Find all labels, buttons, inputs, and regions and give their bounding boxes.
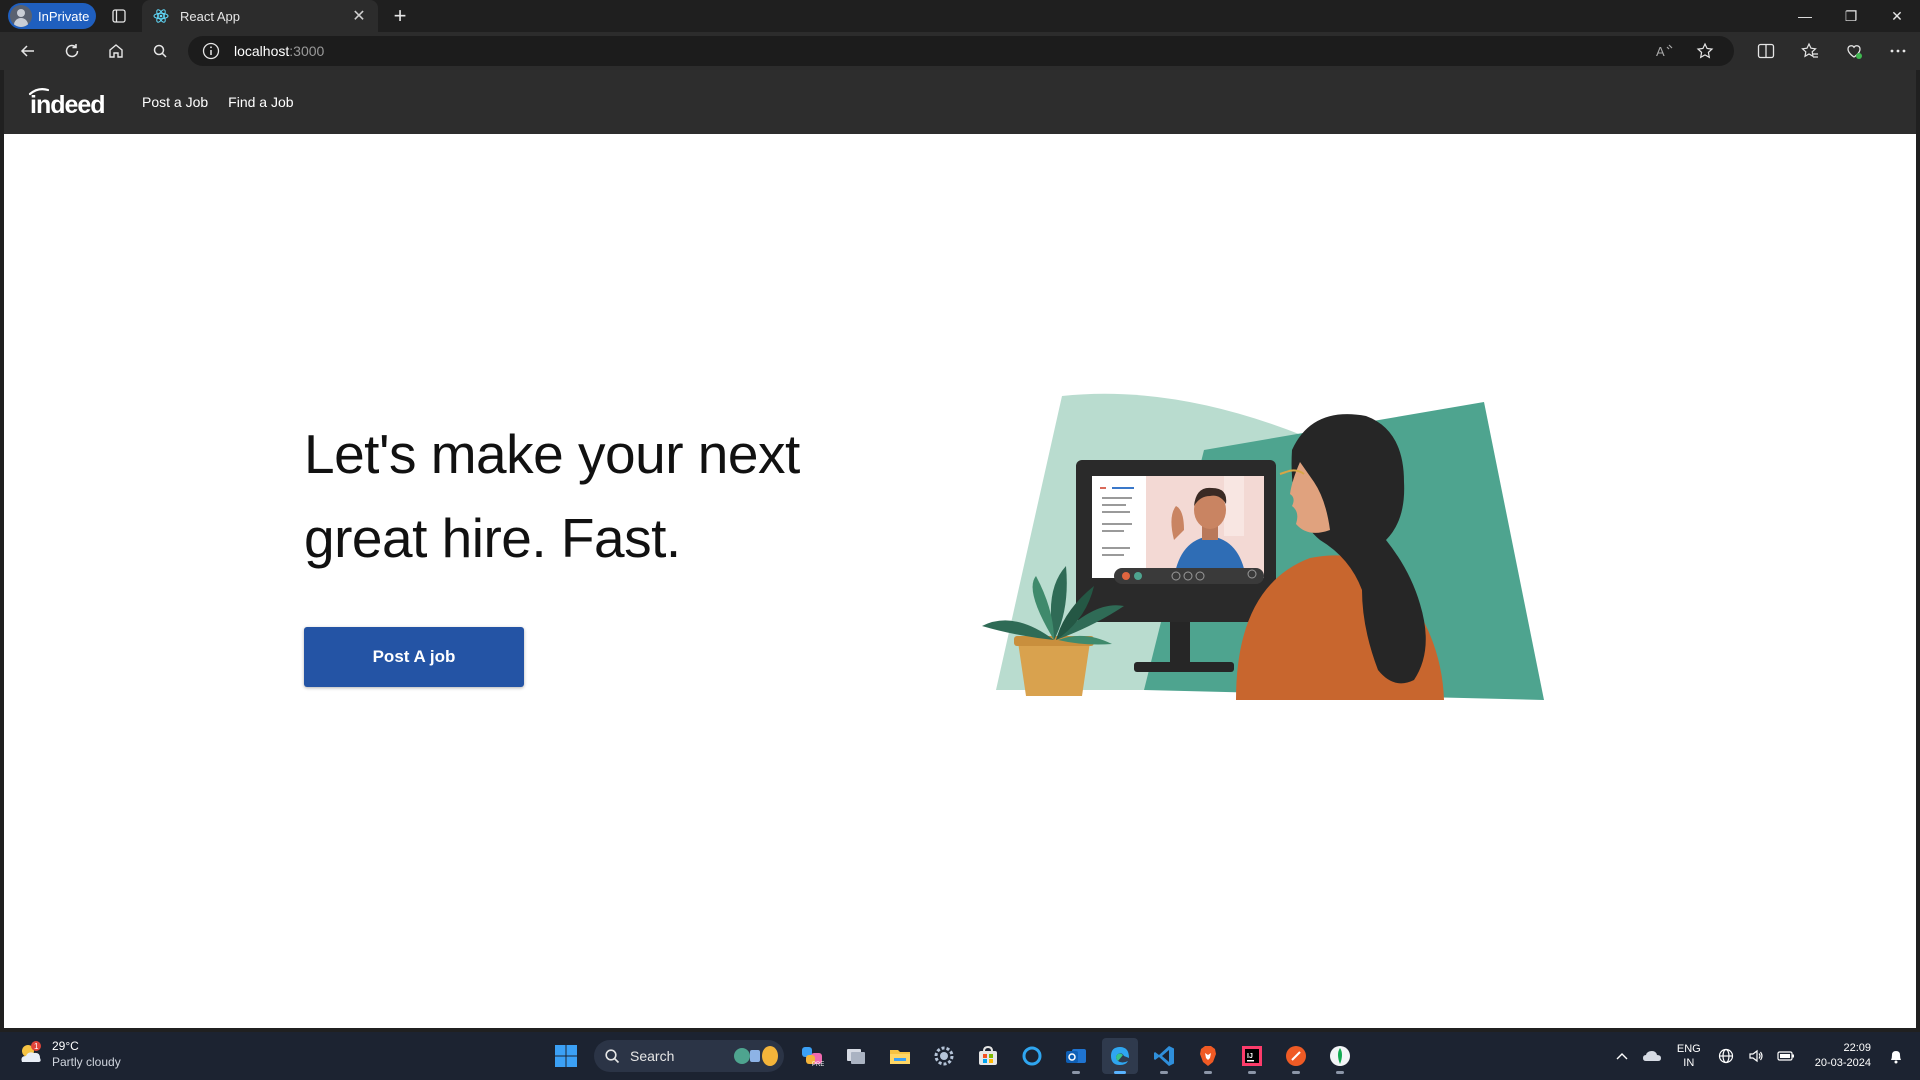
clock-time: 22:09 [1843, 1042, 1871, 1054]
new-tab-button[interactable]: + [386, 2, 414, 30]
plant-pot [1018, 642, 1090, 696]
taskbar-search-box[interactable]: Search [594, 1040, 784, 1072]
svg-text:A: A [1656, 44, 1665, 59]
back-icon[interactable] [10, 35, 46, 67]
widgets-icon [734, 1046, 778, 1066]
favorite-star-icon[interactable] [1690, 39, 1720, 63]
taskbar-search-icon [605, 1049, 620, 1064]
tab-actions-icon[interactable] [108, 5, 130, 27]
onedrive-icon[interactable] [1640, 1044, 1664, 1068]
post-a-job-button[interactable]: Post A job [304, 627, 524, 687]
app-navbar: indeed Post a Job Find a Job [4, 70, 1916, 134]
copilot-icon[interactable]: PRE [794, 1038, 830, 1074]
split-screen-icon[interactable] [1744, 35, 1788, 67]
cortana-icon[interactable] [1014, 1038, 1050, 1074]
weather-condition: Partly cloudy [52, 1055, 121, 1069]
vscode-icon[interactable] [1146, 1038, 1182, 1074]
tab-title: React App [180, 8, 240, 24]
svg-text:IJ: IJ [1247, 1053, 1253, 1060]
nav-find-a-job[interactable]: Find a Job [228, 94, 293, 110]
outlook-icon[interactable] [1058, 1038, 1094, 1074]
inprivate-label: InPrivate [38, 8, 90, 24]
lang-line-2: IN [1683, 1057, 1695, 1069]
restore-icon[interactable]: ❐ [1828, 0, 1874, 32]
tab-react-app[interactable]: React App ✕ [142, 0, 378, 32]
notifications-bell-icon[interactable] [1884, 1044, 1908, 1068]
taskbar-search-label: Search [630, 1048, 675, 1064]
read-aloud-icon[interactable]: A [1650, 39, 1680, 63]
browser-essentials-icon[interactable] [1832, 35, 1876, 67]
settings-icon[interactable] [926, 1038, 962, 1074]
mongodb-compass-icon[interactable] [1322, 1038, 1358, 1074]
hero-heading: Let's make your next great hire. Fast. [304, 412, 904, 580]
clock-date: 20-03-2024 [1814, 1057, 1871, 1069]
page-viewport: indeed Post a Job Find a Job Let's make … [4, 70, 1916, 1028]
browser-toolbar: localhost:3000 A [0, 32, 1920, 70]
video-interview-illustration [982, 393, 1544, 700]
lang-line-1: ENG [1676, 1043, 1701, 1055]
site-info-icon[interactable] [202, 42, 220, 60]
task-view-icon[interactable] [838, 1038, 874, 1074]
windows-start-icon[interactable] [548, 1038, 584, 1074]
url-port: :3000 [289, 43, 325, 59]
show-hidden-icons-chevron-icon[interactable] [1610, 1044, 1634, 1068]
indeed-logo-mark: indeed [28, 88, 106, 119]
window-controls: ― ❐ ✕ [1782, 0, 1920, 32]
profile-avatar-icon [10, 5, 32, 27]
weather-temp: 29°C [52, 1039, 79, 1053]
network-icon[interactable] [1714, 1044, 1738, 1068]
close-window-icon[interactable]: ✕ [1874, 0, 1920, 32]
monitor-base [1134, 662, 1234, 672]
inprivate-profile-button[interactable]: InPrivate [8, 3, 96, 29]
url-host: localhost [234, 43, 290, 59]
partly-cloudy-icon: 1 [16, 1040, 44, 1068]
store-icon[interactable] [970, 1038, 1006, 1074]
weather-badge-count: 1 [34, 1042, 39, 1051]
clock[interactable]: 22:09 20-03-2024 [1815, 1041, 1871, 1071]
indeed-logo[interactable]: indeed [28, 82, 128, 122]
browser-tab-strip: InPrivate React App ✕ + ― ❐ ✕ [0, 0, 1920, 32]
brave-icon[interactable] [1190, 1038, 1226, 1074]
file-explorer-icon[interactable] [882, 1038, 918, 1074]
favorites-icon[interactable] [1788, 35, 1832, 67]
system-tray: ENG IN 22:09 20-03-2024 [1607, 1032, 1920, 1080]
logo-text: indeed [30, 91, 105, 119]
minimize-icon[interactable]: ― [1782, 0, 1828, 32]
monitor-stand [1170, 618, 1190, 668]
nav-post-a-job[interactable]: Post a Job [142, 94, 208, 110]
more-options-icon[interactable] [1876, 35, 1920, 67]
windows-taskbar: 1 29°C Partly cloudy Search PRE IJ ENG I… [0, 1032, 1920, 1080]
refresh-icon[interactable] [54, 35, 90, 67]
battery-icon[interactable] [1774, 1044, 1798, 1068]
intellij-icon[interactable]: IJ [1234, 1038, 1270, 1074]
edge-icon[interactable] [1102, 1038, 1138, 1074]
language-indicator[interactable]: ENG IN [1677, 1042, 1701, 1070]
search-icon[interactable] [142, 35, 178, 67]
svg-text:PRE: PRE [812, 1062, 824, 1068]
address-bar[interactable]: localhost:3000 A [188, 36, 1734, 66]
tab-close-icon[interactable]: ✕ [350, 7, 368, 25]
volume-icon[interactable] [1744, 1044, 1768, 1068]
hero-line-1: Let's make your next [304, 423, 800, 485]
home-icon[interactable] [98, 35, 134, 67]
hero-line-2: great hire. Fast. [304, 507, 681, 569]
postman-icon[interactable] [1278, 1038, 1314, 1074]
weather-widget[interactable]: 1 29°C Partly cloudy [16, 1038, 121, 1070]
react-favicon-icon [152, 7, 170, 25]
